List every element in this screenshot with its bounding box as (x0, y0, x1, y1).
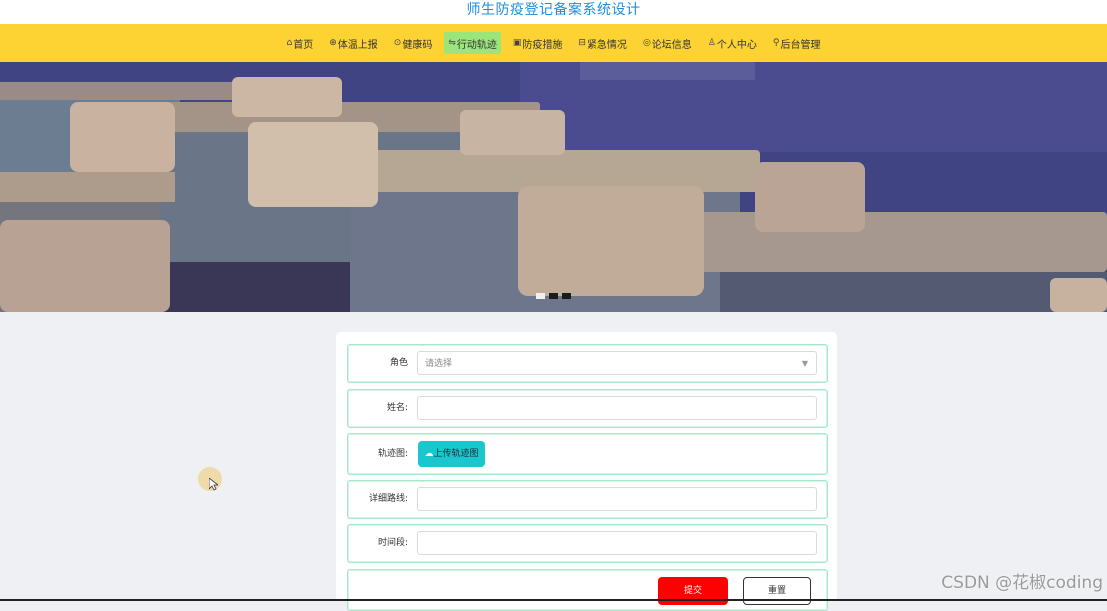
nav-item-label: 行动轨迹 (456, 39, 497, 51)
nav-item-label: 健康码 (402, 39, 433, 51)
carousel-dot[interactable] (562, 293, 571, 299)
role-label: 角色 (389, 358, 408, 368)
upload-label: 上传轨迹图 (433, 449, 479, 459)
nav-item-label: 防疫措施 (522, 39, 563, 51)
header-bar: 师生防疫登记备案系统设计 (0, 0, 1107, 24)
time-period-input[interactable] (417, 531, 817, 555)
carousel-dots (0, 293, 1107, 301)
nav-item-label: 首页 (293, 39, 314, 51)
site-title: 师生防疫登记备案系统设计 (466, 2, 641, 18)
chevron-down-icon: ▼ (801, 359, 808, 368)
link-icon: ⚲ (772, 38, 780, 48)
name-row: 姓名: (347, 389, 828, 428)
role-select-value: 请选择 (425, 359, 453, 369)
nav-item-label: 论坛信息 (651, 39, 692, 51)
name-label: 姓名: (386, 403, 408, 413)
shield-icon: ⊙ (393, 38, 402, 48)
nav-item-0[interactable]: ⌂ 首页 (283, 32, 318, 54)
nav-item-label: 体温上报 (337, 39, 378, 51)
watermark: CSDN @花椒coding (941, 573, 1103, 593)
nav-item-2[interactable]: ⊙ 健康码 (390, 32, 437, 54)
banner-carousel (0, 62, 1107, 312)
nav-item-1[interactable]: ⊕ 体温上报 (325, 32, 382, 54)
time-period-row: 时间段: (347, 524, 828, 563)
nav-item-label: 后台管理 (780, 39, 821, 51)
time-period-label: 时间段: (377, 538, 408, 548)
actions-row: 提交 重置 (347, 569, 828, 611)
route-detail-label: 详细路线: (368, 494, 408, 504)
route-detail-input[interactable] (417, 487, 817, 511)
nav-item-5[interactable]: ⊟ 紧急情况 (574, 32, 631, 54)
alert-icon: ⊟ (578, 38, 586, 48)
nav-item-label: 紧急情况 (586, 39, 627, 51)
route-icon: ⇋ (448, 38, 456, 48)
chat-icon: ◎ (642, 38, 651, 48)
card-icon: ▣ (512, 38, 522, 48)
nav-item-3[interactable]: ⇋ 行动轨迹 (444, 32, 501, 54)
name-input[interactable] (417, 396, 817, 420)
nav-item-6[interactable]: ◎ 论坛信息 (639, 32, 696, 54)
nav-item-4[interactable]: ▣ 防疫措施 (509, 32, 567, 54)
nav-item-8[interactable]: ⚲ 后台管理 (769, 32, 825, 54)
globe-icon: ⊕ (329, 38, 337, 48)
role-select[interactable]: 请选择 ▼ (417, 351, 817, 375)
mouse-pointer-icon (209, 478, 218, 491)
home-icon: ⌂ (286, 38, 293, 48)
route-detail-row: 详细路线: (347, 480, 828, 519)
role-row: 角色 请选择 ▼ (347, 344, 828, 383)
classroom-image (0, 62, 1107, 312)
carousel-dot[interactable] (549, 293, 558, 299)
user-icon: ♙ (707, 38, 716, 48)
carousel-dot[interactable] (536, 293, 545, 299)
track-image-row: 轨迹图: ☁上传轨迹图 (347, 433, 828, 475)
main-nav: ⌂ 首页 ⊕ 体温上报 ⊙ 健康码 ⇋ 行动轨迹 ▣ 防疫措施 ⊟ 紧急情况 ◎ 论坛信息 ♙ 个人中心 ⚲ 后台… (0, 24, 1107, 62)
nav-item-label: 个人中心 (716, 39, 757, 51)
track-image-label: 轨迹图: (377, 449, 408, 459)
nav-item-7[interactable]: ♙ 个人中心 (704, 32, 761, 54)
upload-track-image-button[interactable]: ☁上传轨迹图 (418, 441, 485, 467)
